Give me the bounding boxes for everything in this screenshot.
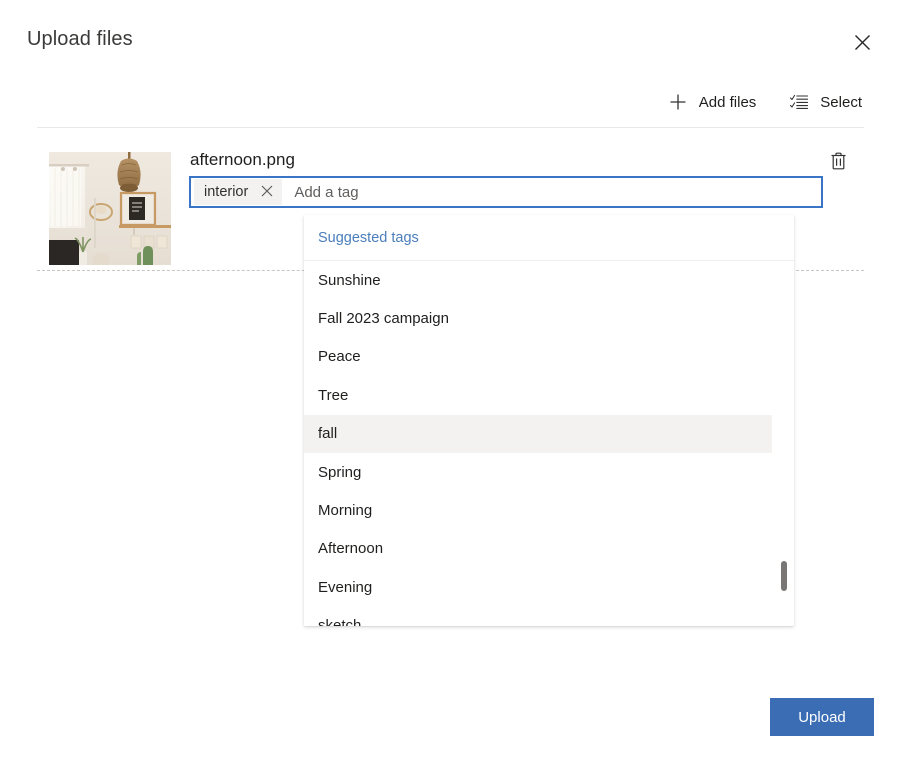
list-item[interactable]: Morning <box>304 491 772 529</box>
tag-input-container[interactable]: interior <box>189 176 823 208</box>
upload-files-dialog: Upload files Add files <box>0 0 900 776</box>
close-icon <box>261 185 273 200</box>
remove-tag-button[interactable] <box>254 179 280 205</box>
list-item-label: Tree <box>318 387 348 404</box>
close-icon <box>854 34 871 51</box>
list-item[interactable]: Peace <box>304 338 772 376</box>
list-item-label: fall <box>318 425 337 442</box>
list-item-label: Morning <box>318 502 372 519</box>
list-item[interactable]: fall <box>304 415 772 453</box>
dialog-footer: Upload <box>0 686 900 776</box>
list-item-label: Evening <box>318 579 372 596</box>
list-item-label: Afternoon <box>318 540 383 557</box>
upload-button[interactable]: Upload <box>770 698 874 736</box>
list-item[interactable]: Evening <box>304 568 772 606</box>
suggested-tags-header: Suggested tags <box>304 215 794 261</box>
file-thumbnail <box>49 152 171 265</box>
suggested-tags-list: Sunshine Fall 2023 campaign Peace Tree f… <box>304 261 794 626</box>
toolbar-divider <box>37 127 864 128</box>
add-files-button[interactable]: Add files <box>665 91 761 113</box>
file-name: afternoon.png <box>190 150 295 170</box>
list-item-label: Peace <box>318 348 361 365</box>
list-item-label: Fall 2023 campaign <box>318 310 449 327</box>
list-item[interactable]: Afternoon <box>304 530 772 568</box>
tag-pill-label: interior <box>204 184 248 200</box>
list-item[interactable]: Sunshine <box>304 261 772 299</box>
add-files-label: Add files <box>699 94 757 111</box>
list-item-label: sketch <box>318 617 361 626</box>
dialog-header: Upload files <box>0 0 900 72</box>
checklist-icon <box>790 93 808 111</box>
dropdown-scrollbar[interactable] <box>780 261 788 626</box>
close-dialog-button[interactable] <box>846 26 878 58</box>
page-title: Upload files <box>27 28 133 51</box>
select-label: Select <box>820 94 862 111</box>
list-item-label: Spring <box>318 464 361 481</box>
add-tag-input[interactable] <box>282 178 820 206</box>
tag-pill-interior: interior <box>194 179 282 205</box>
list-item[interactable]: Tree <box>304 376 772 414</box>
delete-file-button[interactable] <box>822 146 854 178</box>
command-bar: Add files Select <box>665 86 866 118</box>
list-item[interactable]: Spring <box>304 453 772 491</box>
list-item[interactable]: Fall 2023 campaign <box>304 299 772 337</box>
list-item-label: Sunshine <box>318 272 381 289</box>
dropdown-scrollbar-thumb[interactable] <box>781 561 787 591</box>
select-button[interactable]: Select <box>786 91 866 113</box>
suggested-tags-dropdown: Suggested tags Sunshine Fall 2023 campai… <box>304 215 794 626</box>
trash-icon <box>830 152 847 173</box>
suggested-tags-header-label: Suggested tags <box>318 230 419 246</box>
list-item[interactable]: sketch <box>304 607 772 626</box>
plus-icon <box>669 93 687 111</box>
